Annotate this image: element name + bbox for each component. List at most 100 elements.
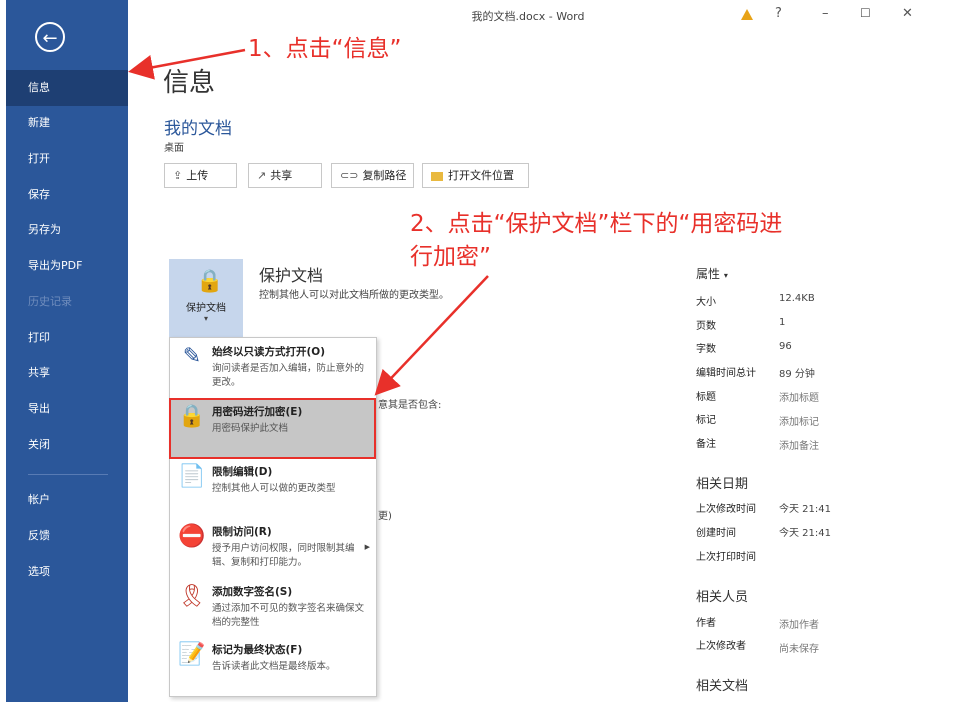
maximize-button[interactable]: ☐: [860, 6, 871, 20]
upload-button[interactable]: ⇪ 上传: [164, 163, 237, 188]
versions-partial-text: 更): [378, 511, 392, 522]
copy-path-label: 复制路径: [362, 169, 407, 182]
pen-no-edit-icon: ✎: [182, 344, 202, 369]
property-key: 页数: [696, 321, 716, 332]
menu-item-description: 通过添加不可见的数字签名来确保文档的完整性: [212, 603, 365, 628]
property-key: 标记: [696, 415, 716, 426]
inspect-partial-text: 意其是否包含:: [378, 400, 442, 411]
menu-item-description: 告诉读者此文档是最终版本。: [212, 661, 336, 672]
copy-path-button[interactable]: ⊂⊃ 复制路径: [331, 163, 414, 188]
open-file-location-label: 打开文件位置: [448, 169, 514, 182]
protect-document-button[interactable]: 🔒 保护文档 ▾: [169, 259, 243, 339]
property-key: 标题: [696, 392, 716, 403]
property-key: 字数: [696, 344, 716, 355]
sidebar-item-print[interactable]: 打印: [6, 320, 128, 356]
sidebar-item-save[interactable]: 保存: [6, 177, 128, 213]
sidebar-item-open[interactable]: 打开: [6, 141, 128, 177]
share-label: 共享: [270, 169, 293, 182]
window-title: 我的文档.docx - Word: [471, 10, 585, 23]
sidebar-item-close[interactable]: 关闭: [6, 427, 128, 463]
annotation-arrows: [128, 48, 489, 396]
property-value: 尚未保存: [779, 644, 819, 655]
sidebar-item-share[interactable]: 共享: [6, 355, 128, 391]
menu-item-description: 询问读者是否加入编辑，防止意外的更改。: [212, 363, 365, 388]
protect-document-description: 控制其他人可以对此文档所做的更改类型。: [259, 290, 449, 301]
upload-icon: ⇪: [173, 169, 183, 182]
menu-item-title: 限制访问(R): [212, 526, 272, 538]
sidebar-item-options[interactable]: 选项: [6, 554, 128, 590]
annotation-step-1: 1、点击“信息”: [248, 36, 402, 62]
property-key: 备注: [696, 439, 716, 450]
page-title: 信息: [163, 68, 216, 98]
upload-label: 上传: [186, 169, 209, 182]
property-key: 创建时间: [696, 528, 736, 539]
property-value: 12.4KB: [779, 293, 815, 304]
signature-ribbon-icon: 🎗: [178, 584, 206, 609]
menu-item-restrict-access[interactable]: ⛔ 限制访问(R) 授予用户访问权限，同时限制其编辑、复制和打印能力。 ▶: [170, 520, 376, 578]
property-key: 编辑时间总计: [696, 368, 756, 379]
add-title-field[interactable]: 添加标题: [779, 389, 819, 404]
property-value: 96: [779, 341, 792, 352]
chevron-right-icon: ▶: [364, 543, 370, 551]
menu-item-always-open-read-only[interactable]: ✎ 始终以只读方式打开(O) 询问读者是否加入编辑，防止意外的更改。: [170, 340, 376, 398]
open-file-location-button[interactable]: 打开文件位置: [422, 163, 529, 188]
properties-heading[interactable]: 属性 ▾: [696, 265, 728, 282]
add-author-field[interactable]: 添加作者: [779, 616, 819, 631]
property-value: 1: [779, 317, 786, 328]
document-stamp-icon: 📝: [178, 642, 206, 667]
backstage-sidebar: ← 信息 新建 打开 保存 另存为 导出为PDF 历史记录 打印 共享 导出 关…: [6, 0, 128, 702]
warning-icon[interactable]: [741, 9, 753, 20]
chevron-down-icon: ▾: [723, 271, 728, 280]
help-icon[interactable]: ?: [775, 6, 782, 21]
sidebar-item-new[interactable]: 新建: [6, 105, 128, 141]
sidebar-item-export[interactable]: 导出: [6, 391, 128, 427]
annotation-step-2-line-2: 行加密”: [410, 244, 491, 270]
protect-document-heading: 保护文档: [259, 266, 324, 285]
menu-item-title: 标记为最终状态(F): [212, 644, 303, 656]
sidebar-item-history: 历史记录: [28, 295, 72, 308]
sidebar-divider: [28, 474, 108, 475]
related-people-heading: 相关人员: [696, 590, 749, 605]
property-key: 上次打印时间: [696, 552, 756, 563]
protect-document-tile-label: 保护文档: [186, 303, 226, 314]
add-tags-field[interactable]: 添加标记: [779, 413, 819, 428]
sidebar-item-feedback[interactable]: 反馈: [6, 518, 128, 554]
sidebar-item-export-pdf[interactable]: 导出为PDF: [6, 248, 128, 284]
property-value: 今天 21:41: [779, 504, 831, 515]
property-key: 大小: [696, 297, 716, 308]
share-button[interactable]: ↗ 共享: [248, 163, 322, 188]
menu-item-title: 始终以只读方式打开(O): [212, 346, 326, 358]
sidebar-item-info[interactable]: 信息: [6, 70, 128, 106]
menu-item-description: 授予用户访问权限，同时限制其编辑、复制和打印能力。: [212, 543, 355, 568]
lock-key-icon: 🔒: [196, 269, 224, 294]
document-restricted-icon: ⛔: [178, 524, 206, 549]
share-icon: ↗: [257, 169, 267, 182]
sidebar-item-account[interactable]: 帐户: [6, 482, 128, 518]
page-margin: [929, 0, 963, 702]
chevron-down-icon: ▾: [203, 314, 208, 323]
add-comments-field[interactable]: 添加备注: [779, 437, 819, 452]
annotation-step-2-line-1: 2、点击“保护文档”栏下的“用密码进: [410, 211, 783, 237]
minimize-button[interactable]: –: [822, 6, 829, 21]
related-dates-heading: 相关日期: [696, 477, 749, 492]
close-button[interactable]: ✕: [902, 6, 913, 21]
property-value: 89 分钟: [779, 369, 815, 380]
property-key: 作者: [696, 618, 716, 629]
sidebar-item-save-as[interactable]: 另存为: [6, 212, 128, 248]
related-documents-heading: 相关文档: [696, 679, 749, 694]
protect-document-menu: ✎ 始终以只读方式打开(O) 询问读者是否加入编辑，防止意外的更改。 🔒 用密码…: [169, 337, 377, 697]
menu-item-mark-as-final[interactable]: 📝 标记为最终状态(F) 告诉读者此文档是最终版本。: [170, 638, 376, 696]
document-name: 我的文档: [164, 119, 232, 139]
property-key: 上次修改者: [696, 641, 746, 652]
folder-icon: [431, 171, 443, 181]
property-value: 今天 21:41: [779, 528, 831, 539]
back-arrow-icon[interactable]: ←: [35, 22, 65, 52]
menu-item-add-digital-signature[interactable]: 🎗 添加数字签名(S) 通过添加不可见的数字签名来确保文档的完整性: [170, 580, 376, 638]
menu-item-description: 控制其他人可以做的更改类型: [212, 483, 336, 494]
property-key: 上次修改时间: [696, 504, 756, 515]
document-lock-icon: 📄: [178, 464, 206, 489]
document-location: 桌面: [164, 143, 184, 154]
title-bar: 我的文档.docx - Word: [128, 0, 928, 32]
menu-item-restrict-editing[interactable]: 📄 限制编辑(D) 控制其他人可以做的更改类型: [170, 460, 376, 518]
menu-item-title: 限制编辑(D): [212, 466, 273, 478]
